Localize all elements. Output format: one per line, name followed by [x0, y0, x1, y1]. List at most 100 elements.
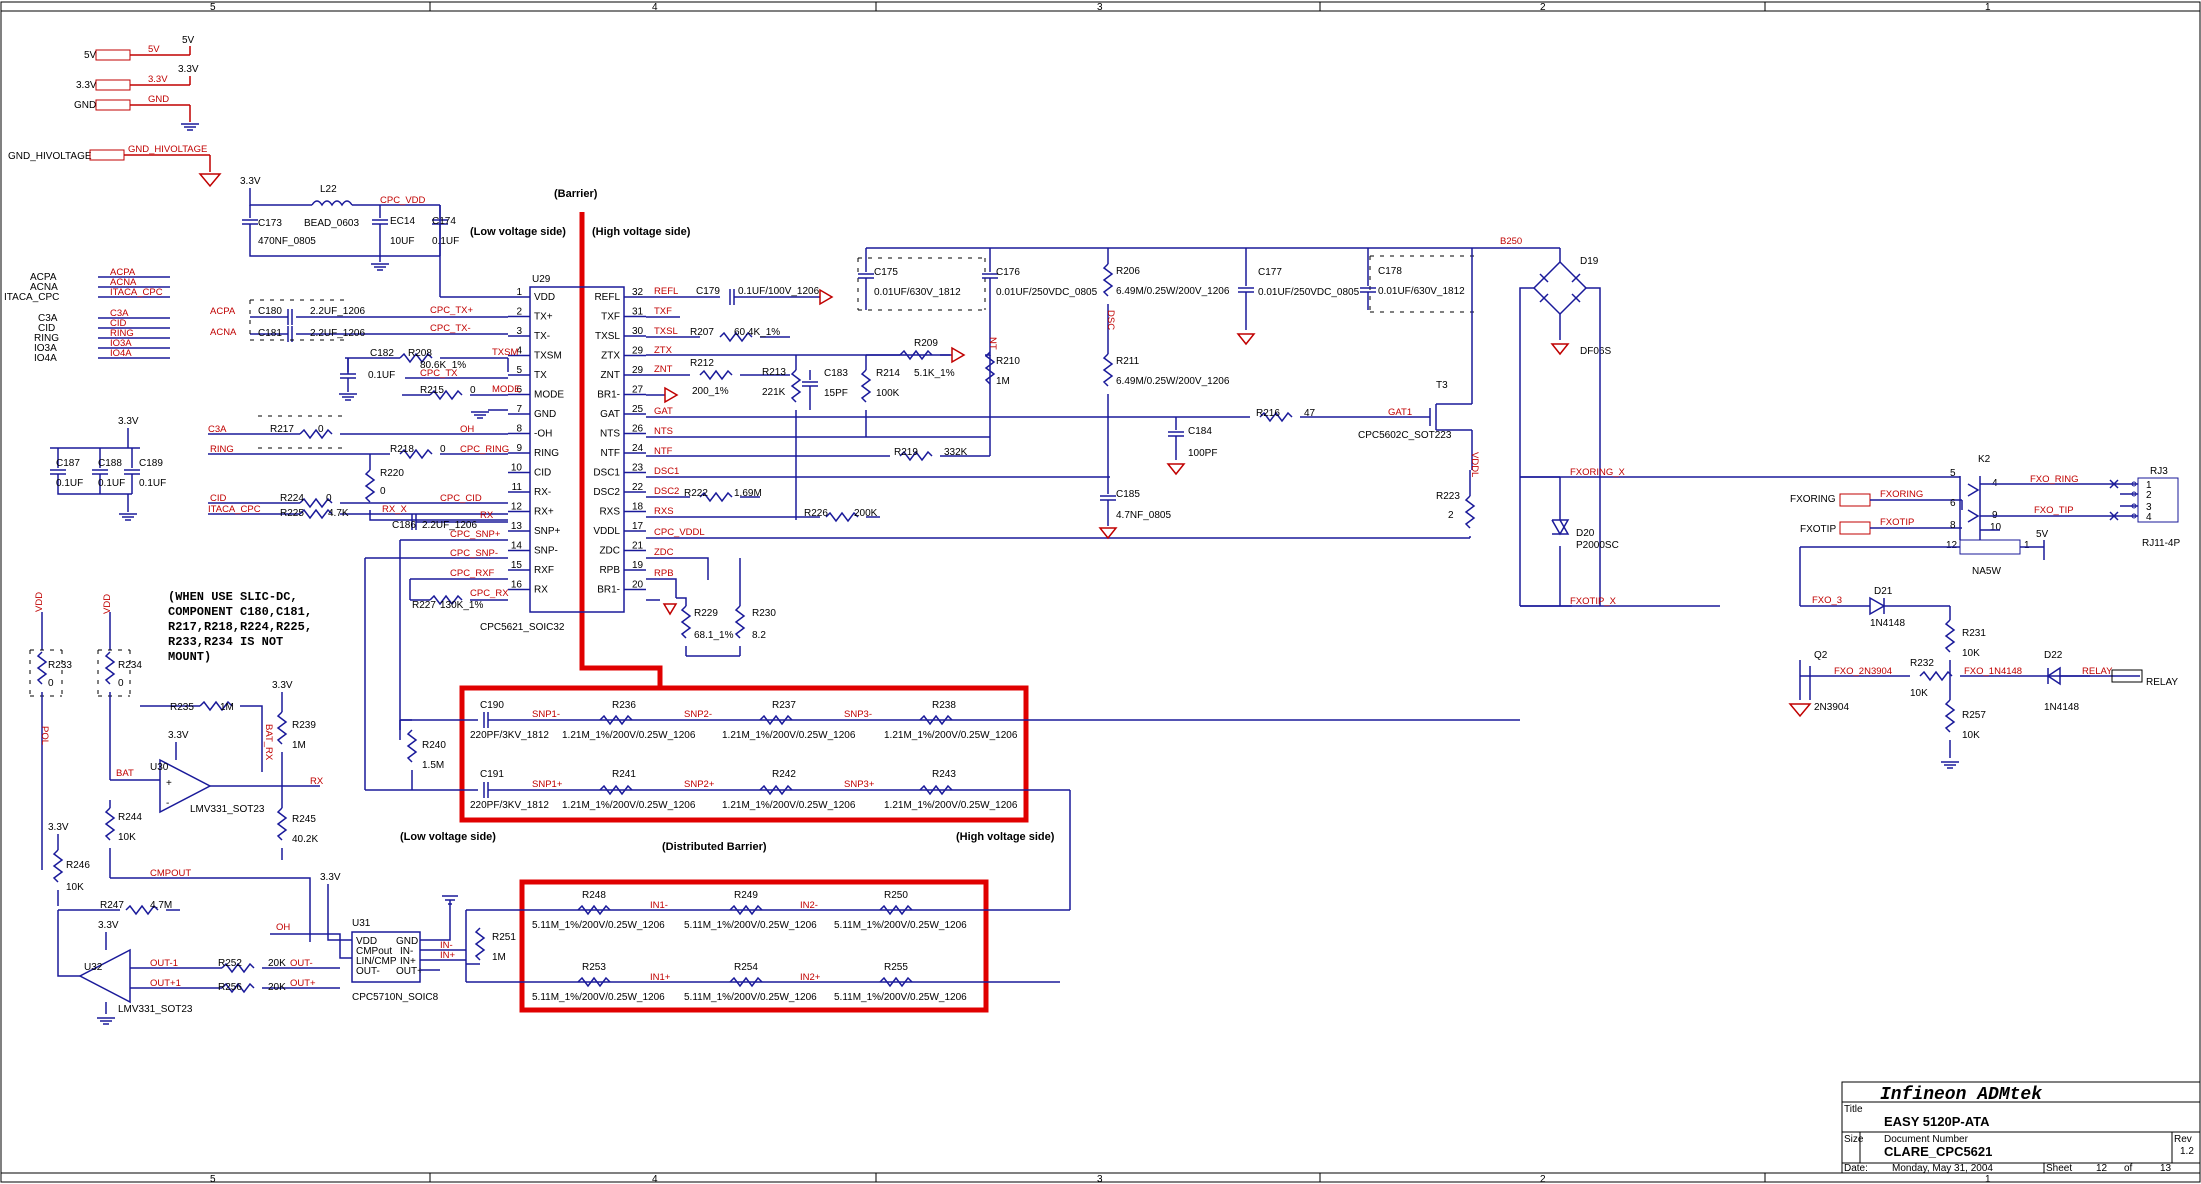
rail-5v: 5V — [2036, 529, 2049, 540]
d21-ref: D21 — [1874, 586, 1893, 597]
net-cpc-rxf: CPC_RXF — [450, 568, 495, 579]
zone-label: 2 — [1540, 2, 1546, 13]
u29-pin-number: 8 — [516, 424, 522, 435]
svg-text:C188: C188 — [98, 458, 122, 469]
net-rx-x: RX_X — [382, 504, 407, 515]
c173-value: 470NF_0805 — [258, 236, 316, 247]
u29-pin-name: BR1- — [597, 390, 620, 401]
c183-ref: C183 — [824, 368, 848, 379]
input-bus: ACPA ACNA ITACA_CPC C3A CID RING IO3A IO… — [4, 267, 170, 364]
net-oh: OH — [460, 424, 474, 435]
u29-pin-name: DSC2 — [593, 487, 620, 498]
u29-pin-number: 29 — [632, 365, 644, 376]
net-cmpout: CMPOUT — [150, 868, 191, 879]
r257-value: 10K — [1962, 730, 1980, 741]
date-label: Date: — [1844, 1163, 1868, 1174]
r236-ref: R236 — [612, 700, 636, 711]
r212-ref: R212 — [690, 358, 714, 369]
sheet-frame: 5 4 3 2 1 5 4 3 2 1 — [0, 1, 2201, 1184]
c182-value: 0.1UF — [368, 370, 395, 381]
svg-text:-: - — [166, 798, 169, 809]
u29-left-circuit: ACPA ACNA C180 2.2UF_1206 C181 2.2UF_120… — [208, 205, 521, 790]
r245-ref: R245 — [292, 814, 316, 825]
port-gnd-hv: GND_HIVOLTAGE — [8, 151, 92, 162]
r243-value: 1.21M_1%/200V/0.25W_1206 — [884, 800, 1018, 811]
net-bat: BAT — [116, 768, 134, 779]
net-itaca-in: ITACA_CPC — [208, 504, 261, 515]
c186-ref: C186 — [392, 520, 416, 531]
of-label: of — [2124, 1163, 2133, 1174]
net-b250: B250 — [1500, 236, 1522, 247]
r213-value: 221K — [762, 387, 786, 398]
c184-ref: C184 — [1188, 426, 1212, 437]
r245-value: 40.2K — [292, 834, 318, 845]
net-txf: TXF — [654, 306, 672, 317]
u29-pin-name: TX+ — [534, 312, 553, 323]
u29-pin-name: TXSM — [534, 351, 562, 362]
r210-ref: R210 — [996, 356, 1020, 367]
u29-pin-number: 24 — [632, 443, 644, 454]
bottom-barrier: R248 5.11M_1%/200V/0.25W_1206 R249 5.11M… — [465, 879, 1071, 1013]
r252-value: 20K — [268, 958, 286, 969]
u29-pin-name: NTF — [601, 448, 620, 459]
net-refl: REFL — [654, 286, 678, 297]
svg-text:+: + — [166, 778, 172, 789]
r223-value: 2 — [1448, 510, 1454, 521]
u29-pin-name: RX+ — [534, 507, 554, 518]
u29-pin-number: 27 — [632, 385, 644, 396]
net-in1m: IN1- — [650, 900, 668, 911]
u31-ref: U31 — [352, 918, 371, 929]
r214-ref: R214 — [876, 368, 900, 379]
u29-pin-name: ZTX — [601, 351, 620, 362]
r250-value: 5.11M_1%/200V/0.25W_1206 — [834, 920, 967, 931]
ec14-value: 10UF — [390, 236, 414, 247]
r227-value: 130K_1% — [440, 600, 483, 611]
ec14-ref: EC14 — [390, 216, 415, 227]
net-fxotip: FXOTIP — [1880, 517, 1914, 528]
u29-pin-number: 30 — [632, 326, 644, 337]
u29-pin-name: RING — [534, 448, 559, 459]
u29-pin-name: REFL — [594, 292, 620, 303]
c185-value: 4.7NF_0805 — [1116, 510, 1171, 521]
u29-pin-name: VDDL — [593, 526, 620, 537]
u29-pin-name: MODE — [534, 390, 564, 401]
r218-value: 0 — [440, 444, 446, 455]
r230-value: 8.2 — [752, 630, 766, 641]
r238-ref: R238 — [932, 700, 956, 711]
net-fxo-ring: FXO_RING — [2030, 474, 2079, 485]
net-acna-in: ACNA — [210, 327, 237, 338]
note-line: COMPONENT C180,C181, — [168, 605, 312, 619]
u29-pin-name: RXS — [599, 507, 620, 518]
c174-ref: C174 — [432, 216, 456, 227]
u29-pin-name: CID — [534, 468, 551, 479]
u29-pin-name: RX- — [534, 487, 551, 498]
zone-label: 4 — [652, 2, 658, 13]
r256-value: 20K — [268, 982, 286, 993]
rail-3v3: 3.3V — [240, 176, 261, 187]
rj3-value: RJ11-4P — [2142, 538, 2180, 549]
c177-value: 0.01UF/250VDC_0805 — [1258, 287, 1360, 298]
u29-pin-number: 10 — [511, 463, 523, 474]
doc-number: CLARE_CPC5621 — [1884, 1144, 1992, 1159]
r251-ref: R251 — [492, 932, 516, 943]
sheet-value: 12 — [2096, 1163, 2108, 1174]
title-label: Title — [1844, 1104, 1863, 1115]
rev-label: Rev — [2174, 1134, 2192, 1145]
r206-value: 6.49M/0.25W/200V_1206 — [1116, 286, 1230, 297]
u29-pin-name: -OH — [534, 429, 552, 440]
r254-value: 5.11M_1%/200V/0.25W_1206 — [684, 992, 817, 1003]
u29-pin-name: ZNT — [601, 370, 620, 381]
net-snp1m: SNP1- — [532, 709, 560, 720]
u29-pin-name: TXF — [601, 312, 620, 323]
u29-pin-number: 19 — [632, 560, 644, 571]
net-fxo-1n4148: FXO_1N4148 — [1964, 666, 2022, 677]
r246-value: 10K — [66, 882, 84, 893]
r244-ref: R244 — [118, 812, 142, 823]
c180-ref: C180 — [258, 306, 282, 317]
r207-ref: R207 — [690, 327, 714, 338]
net-cpc-cid: CPC_CID — [440, 493, 482, 504]
u29-pin-number: 3 — [516, 326, 522, 337]
svg-text:C187: C187 — [56, 458, 80, 469]
r225-value: 4.7K — [328, 508, 349, 519]
r229-ref: R229 — [694, 608, 718, 619]
